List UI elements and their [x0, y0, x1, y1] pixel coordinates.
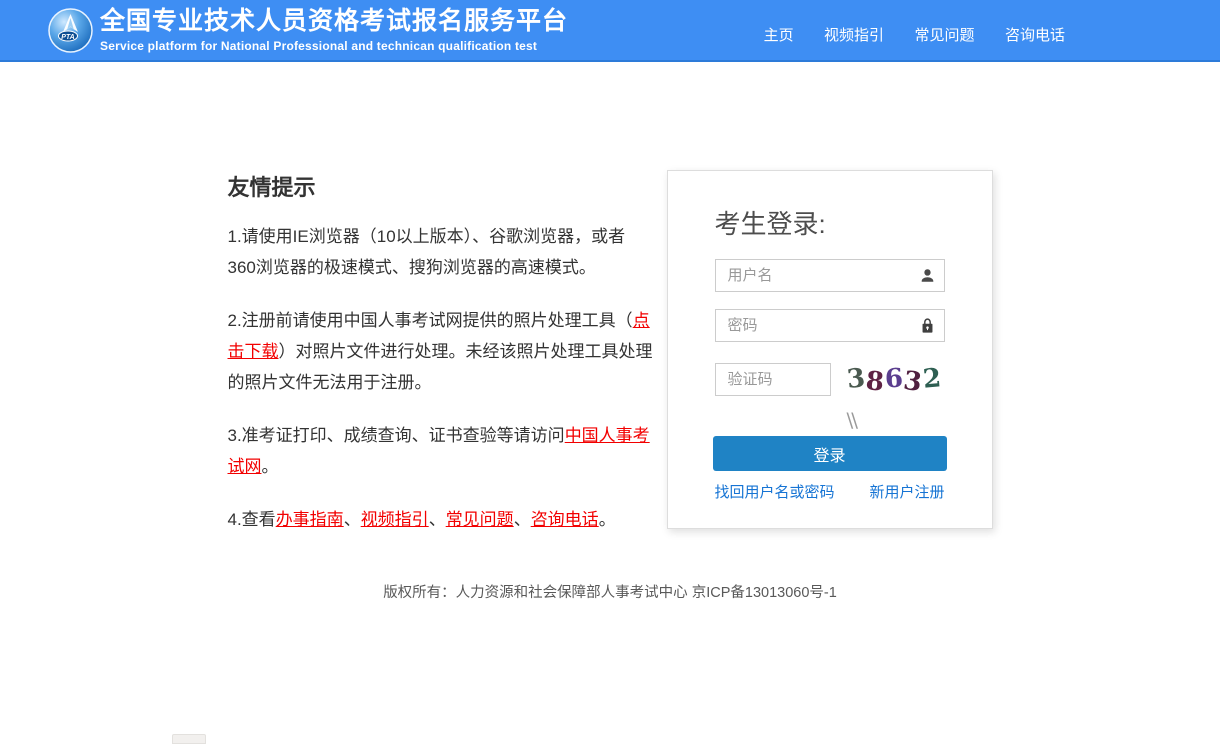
tip4-pre: 4.查看 [228, 510, 276, 529]
login-title: 考生登录: [715, 204, 945, 241]
tip3-pre: 3.准考证打印、成绩查询、证书查验等请访问 [228, 426, 565, 445]
login-links: 找回用户名或密码 新用户注册 [715, 481, 945, 502]
tip2-post: ）对照片文件进行处理。未经该照片处理工具处理的照片文件无法用于注册。 [228, 342, 653, 392]
pta-logo-icon: PTA [48, 8, 93, 53]
main-content: 友情提示 1.请使用IE浏览器（10以上版本）、谷歌浏览器，或者360浏览器的极… [228, 62, 993, 535]
username-input[interactable] [715, 259, 945, 292]
header-nav: 主页 视频指引 常见问题 咨询电话 [738, 24, 1065, 45]
copyright-footer: 版权所有：人力资源和社会保障部人事考试中心 京ICP备13013060号-1 [0, 581, 1220, 602]
tip-item-2: 2.注册前请使用中国人事考试网提供的照片处理工具（点击下载）对照片文件进行处理。… [228, 305, 653, 398]
nav-home[interactable]: 主页 [764, 27, 794, 44]
captcha-input[interactable] [715, 363, 831, 396]
password-input[interactable] [715, 309, 945, 342]
tips-heading: 友情提示 [228, 170, 653, 202]
svg-text:PTA: PTA [61, 34, 74, 41]
username-row [715, 259, 945, 292]
user-icon [919, 267, 936, 284]
tip4-post: 。 [599, 510, 616, 529]
register-link[interactable]: 新用户注册 [869, 481, 944, 502]
tip1-text: 1.请使用IE浏览器（10以上版本）、谷歌浏览器，或者360浏览器的极速模式、搜… [228, 227, 626, 277]
nav-video-guide[interactable]: 视频指引 [824, 27, 884, 44]
captcha-row: 38632\\ [715, 359, 945, 399]
captcha-noise-marks: \\ [847, 408, 856, 432]
brand-block: 全国专业技术人员资格考试报名服务平台 Service platform for … [100, 6, 568, 53]
login-button[interactable]: 登录 [713, 436, 947, 471]
site-subtitle: Service platform for National Profession… [100, 39, 568, 53]
tip-item-3: 3.准考证打印、成绩查询、证书查验等请访问中国人事考试网。 [228, 420, 653, 482]
faq-link[interactable]: 常见问题 [446, 510, 514, 529]
tip-item-4: 4.查看办事指南、视频指引、常见问题、咨询电话。 [228, 504, 653, 535]
tip4-sep2: 、 [429, 510, 446, 529]
captcha-digits: 38632 [847, 364, 942, 394]
top-header: PTA 全国专业技术人员资格考试报名服务平台 Service platform … [0, 0, 1220, 62]
password-row [715, 309, 945, 342]
tip-item-1: 1.请使用IE浏览器（10以上版本）、谷歌浏览器，或者360浏览器的极速模式、搜… [228, 221, 653, 283]
phone-link[interactable]: 咨询电话 [531, 510, 599, 529]
nav-faq[interactable]: 常见问题 [915, 27, 975, 44]
forgot-credentials-link[interactable]: 找回用户名或密码 [715, 481, 835, 502]
tip4-sep1: 、 [344, 510, 361, 529]
login-panel: 考生登录: 38632\\ [667, 170, 993, 529]
tip2-pre: 2.注册前请使用中国人事考试网提供的照片处理工具（ [228, 311, 633, 330]
service-guide-link[interactable]: 办事指南 [276, 510, 344, 529]
tip4-sep3: 、 [514, 510, 531, 529]
nav-phone[interactable]: 咨询电话 [1005, 27, 1065, 44]
friendly-tips: 友情提示 1.请使用IE浏览器（10以上版本）、谷歌浏览器，或者360浏览器的极… [228, 170, 653, 535]
tip3-post: 。 [262, 457, 279, 476]
lock-icon [919, 317, 936, 334]
site-title: 全国专业技术人员资格考试报名服务平台 [100, 6, 568, 36]
video-guide-link[interactable]: 视频指引 [361, 510, 429, 529]
page-bottom-artifact [172, 734, 206, 744]
captcha-image[interactable]: 38632\\ [847, 359, 945, 399]
